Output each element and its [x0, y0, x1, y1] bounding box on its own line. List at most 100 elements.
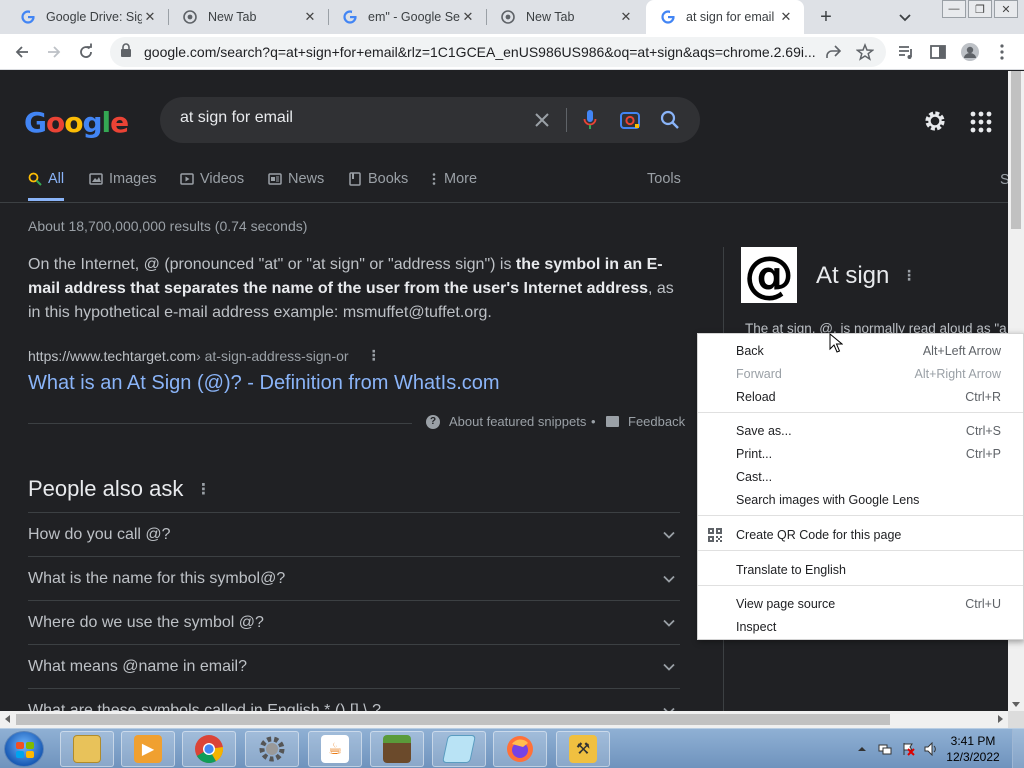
more-vert-icon[interactable]: ⋮	[367, 347, 381, 364]
arrow-right-icon	[48, 46, 61, 58]
knowledge-panel-image[interactable]: @	[741, 246, 797, 304]
feedback-link[interactable]: Feedback	[606, 414, 685, 429]
profile-avatar-icon[interactable]	[958, 40, 982, 64]
tab-more[interactable]: More	[430, 171, 477, 187]
menu-item-forward[interactable]: Forward Alt+Right Arrow	[698, 362, 1023, 385]
menu-item-back[interactable]: Back Alt+Left Arrow	[698, 339, 1023, 362]
scroll-left-arrow-icon[interactable]	[5, 715, 10, 723]
taskbar-chrome[interactable]	[182, 731, 236, 767]
tab-partial[interactable]: S	[1000, 172, 1008, 188]
scrollbar-thumb[interactable]	[1011, 71, 1021, 229]
settings-gear-icon[interactable]	[922, 108, 948, 134]
apps-grid-icon[interactable]	[970, 111, 992, 133]
side-panel-icon[interactable]	[926, 40, 950, 64]
close-icon[interactable]: ✕	[302, 9, 318, 25]
taskbar-firefox[interactable]	[493, 731, 547, 767]
menu-item-save-as[interactable]: Save as... Ctrl+S	[698, 419, 1023, 442]
show-desktop-button[interactable]	[1012, 729, 1024, 768]
forward-button[interactable]	[42, 40, 66, 64]
menu-item-google-lens[interactable]: Search images with Google Lens	[698, 488, 1023, 511]
menu-item-reload[interactable]: Reload Ctrl+R	[698, 385, 1023, 408]
tab-all[interactable]: All	[28, 171, 65, 201]
more-vert-icon	[430, 172, 438, 186]
clear-icon[interactable]	[530, 108, 554, 132]
taskbar-java[interactable]: ☕	[308, 731, 362, 767]
taskbar-minecraft[interactable]	[370, 731, 424, 767]
about-snippets-link[interactable]: ? About featured snippets	[426, 414, 586, 429]
google-g-icon	[20, 9, 36, 25]
tab-google-search[interactable]: em" - Google Sea ✕	[328, 0, 486, 34]
more-vert-icon[interactable]: ⋮	[196, 480, 211, 498]
taskbar-notepad[interactable]	[432, 731, 486, 767]
paa-question[interactable]: Where do we use the symbol @?	[28, 600, 680, 644]
tab-books[interactable]: Books	[348, 171, 408, 187]
taskbar-clock[interactable]: 3:41 PM 12/3/2022	[940, 733, 1006, 765]
search-icon[interactable]	[658, 108, 682, 132]
tab-google-drive[interactable]: Google Drive: Sig ✕	[6, 0, 168, 34]
result-title-link[interactable]: What is an At Sign (@)? - Definition fro…	[28, 372, 500, 395]
media-control-icon[interactable]	[894, 40, 918, 64]
tab-news[interactable]: News	[268, 171, 324, 187]
star-icon[interactable]	[855, 42, 875, 61]
tab-images[interactable]: Images	[89, 171, 157, 187]
scroll-down-arrow-icon[interactable]	[1012, 702, 1020, 707]
camera-lens-icon[interactable]	[618, 108, 642, 132]
taskbar-media-player[interactable]: ▶	[121, 731, 175, 767]
taskbar-tools[interactable]: ⚒	[556, 731, 610, 767]
network-icon[interactable]	[878, 742, 892, 756]
menu-item-print[interactable]: Print... Ctrl+P	[698, 442, 1023, 465]
share-icon[interactable]	[824, 43, 842, 61]
restore-button[interactable]: ❐	[968, 0, 992, 18]
chevron-up-icon[interactable]	[855, 742, 869, 756]
back-button[interactable]	[10, 40, 34, 64]
menu-item-qr-code[interactable]: Create QR Code for this page	[698, 523, 1023, 546]
taskbar-settings[interactable]	[245, 731, 299, 767]
menu-item-inspect[interactable]: Inspect	[698, 615, 1023, 638]
new-tab-button[interactable]: +	[814, 5, 838, 29]
minimize-button[interactable]: —	[942, 0, 966, 18]
tools-button[interactable]: Tools	[647, 171, 681, 187]
scroll-right-arrow-icon[interactable]	[998, 715, 1003, 723]
result-cite[interactable]: https://www.techtarget.com › at-sign-add…	[28, 347, 381, 364]
menu-item-view-source[interactable]: View page source Ctrl+U	[698, 592, 1023, 615]
feedback-label: Feedback	[628, 414, 686, 429]
url-text[interactable]: google.com/search?q=at+sign+for+email&rl…	[144, 44, 820, 60]
more-vert-icon[interactable]: ⋮	[902, 267, 916, 284]
menu-item-translate[interactable]: Translate to English	[698, 558, 1023, 581]
snippet-text: On the Internet, @ (pronounced "at" or "…	[28, 256, 516, 273]
start-button[interactable]	[4, 731, 44, 767]
tab-active-at-sign[interactable]: at sign for email - ✕	[646, 0, 804, 34]
tab-new-tab-2[interactable]: New Tab ✕	[486, 0, 644, 34]
scrollbar-corner	[1008, 711, 1024, 728]
feedback-icon	[606, 416, 619, 427]
microphone-icon[interactable]	[578, 108, 602, 132]
menu-item-cast[interactable]: Cast...	[698, 465, 1023, 488]
menu-item-shortcut: Alt+Right Arrow	[914, 366, 1002, 381]
address-bar[interactable]: google.com/search?q=at+sign+for+email&rl…	[110, 37, 886, 67]
paa-question[interactable]: What is the name for this symbol@?	[28, 556, 680, 600]
tab-videos[interactable]: Videos	[180, 171, 244, 187]
taskbar-file-explorer[interactable]	[60, 731, 114, 767]
horizontal-scrollbar[interactable]	[0, 711, 1008, 728]
menu-item-shortcut: Ctrl+U	[965, 596, 1001, 611]
tab-new-tab[interactable]: New Tab ✕	[168, 0, 328, 34]
scrollbar-thumb[interactable]	[16, 714, 890, 725]
paa-question[interactable]: How do you call @?	[28, 512, 680, 556]
search-input[interactable]	[180, 109, 520, 127]
close-icon[interactable]: ✕	[142, 9, 158, 25]
window-controls: — ❐ ✕	[940, 0, 1018, 18]
reload-button[interactable]	[74, 40, 98, 64]
close-window-button[interactable]: ✕	[994, 0, 1018, 18]
volume-icon[interactable]	[924, 742, 938, 756]
action-center-flag-icon[interactable]	[901, 742, 915, 756]
paa-question[interactable]: What means @name in email?	[28, 644, 680, 688]
close-icon[interactable]: ✕	[778, 9, 794, 25]
close-icon[interactable]: ✕	[460, 9, 476, 25]
kebab-menu-icon[interactable]	[990, 40, 1014, 64]
paa-question[interactable]: What are these symbols called in English…	[28, 688, 680, 711]
google-logo[interactable]: Google	[24, 106, 129, 139]
close-icon[interactable]: ✕	[618, 9, 634, 25]
windows-logo-icon	[16, 742, 34, 758]
tab-label: Books	[368, 171, 409, 187]
chevron-down-icon[interactable]	[896, 8, 914, 26]
